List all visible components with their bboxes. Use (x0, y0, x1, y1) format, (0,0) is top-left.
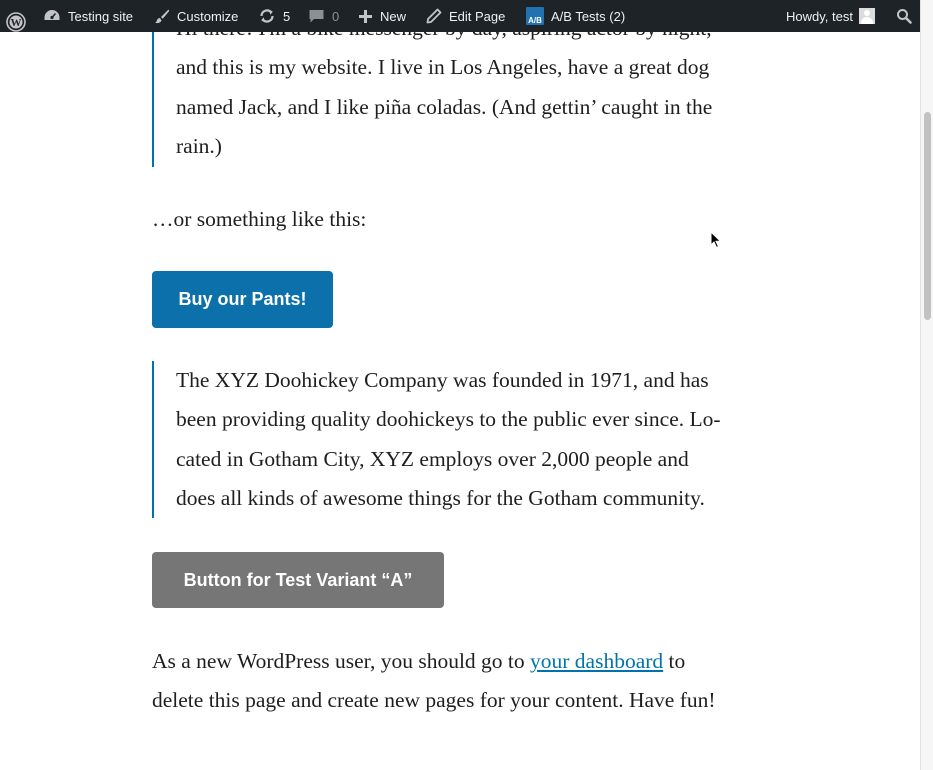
new-label: New (380, 8, 407, 24)
para-text: to (663, 649, 686, 673)
para-text: As a new WordPress user, you should go t… (152, 649, 531, 673)
pullquote-intro: Hi there! I'm a bike messenger by day, a… (152, 10, 766, 167)
para-text: delete this page and create new pages fo… (152, 688, 716, 713)
quote-line: does all kinds of awesome things for the… (176, 485, 705, 510)
wordpress-logo-icon[interactable]: W (6, 6, 26, 38)
quote-line: cated in Gotham City, XYZ employs over 2… (176, 446, 689, 471)
pencil-icon (426, 8, 442, 24)
my-account-menu[interactable]: Howdy, test (786, 0, 875, 32)
buy-pants-button[interactable]: Buy our Pants! (152, 271, 333, 328)
search-icon[interactable] (896, 8, 912, 24)
svg-text:W: W (11, 17, 22, 29)
ab-tests-menu[interactable]: A/B A/B Tests (2) (526, 0, 625, 32)
quote-line: rain.) (176, 133, 222, 158)
ab-tests-badge-icon: A/B (526, 7, 544, 25)
test-variant-a-button[interactable]: Button for Test Variant “A” (152, 552, 444, 608)
admin-bar: W Testing site Customize 5 0 New Edit Pa… (0, 0, 920, 32)
site-name-menu[interactable]: Testing site (43, 0, 133, 32)
dashboard-link[interactable]: your dashboard (530, 649, 663, 673)
paragraph-something-like-this: …or something like this: (152, 207, 367, 231)
howdy-label: Howdy, test (786, 8, 853, 24)
updates-refresh-icon (258, 7, 276, 25)
comment-bubble-icon (308, 8, 325, 24)
mouse-pointer-icon (710, 230, 722, 254)
quote-line: The XYZ Doohickey Company was founded in… (176, 368, 709, 392)
updates-menu[interactable]: 5 (258, 0, 290, 32)
dashboard-gauge-icon (43, 8, 61, 24)
scrollbar-thumb[interactable] (924, 112, 931, 320)
quote-line: been providing quality doohickeys to the… (176, 407, 721, 432)
paragraph-new-user: As a new WordPress user, you should go t… (152, 642, 752, 721)
plus-icon (358, 9, 373, 24)
new-content-menu[interactable]: New (358, 0, 406, 32)
vertical-scrollbar[interactable] (920, 0, 933, 770)
comments-count: 0 (332, 8, 340, 24)
comments-menu[interactable]: 0 (308, 0, 339, 32)
edit-page-label: Edit Page (449, 8, 506, 24)
paintbrush-icon (154, 8, 170, 24)
site-name-label: Testing site (68, 8, 134, 24)
quote-line: and this is my website. I live in Los An… (176, 55, 710, 80)
avatar (858, 8, 875, 24)
updates-count: 5 (283, 8, 291, 24)
ab-tests-label: A/B Tests (2) (551, 8, 626, 24)
quote-line: named Jack, and I like piña coladas. (An… (176, 94, 713, 119)
edit-page-link[interactable]: Edit Page (426, 0, 505, 32)
pullquote-company: The XYZ Doohickey Company was founded in… (152, 361, 766, 518)
customize-label: Customize (177, 8, 239, 24)
customize-menu[interactable]: Customize (154, 0, 238, 32)
